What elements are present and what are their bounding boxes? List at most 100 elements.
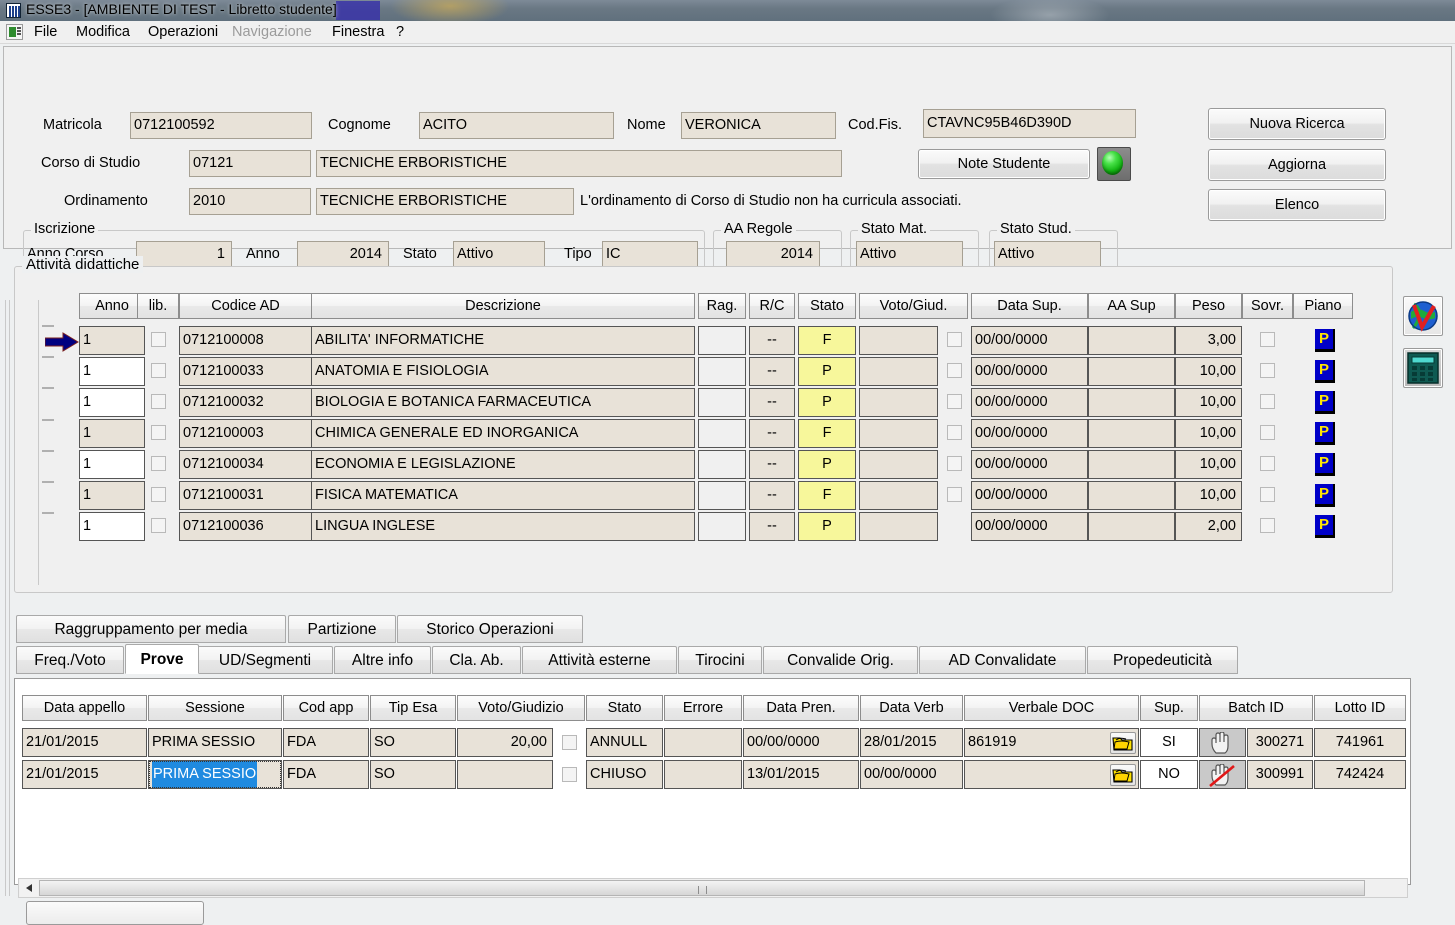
piano-badge[interactable]: P — [1315, 329, 1335, 352]
lib-checkbox[interactable] — [151, 518, 166, 533]
col-header-descrizione[interactable]: Descrizione — [311, 293, 695, 319]
cell-peso[interactable]: 3,00 — [1175, 326, 1242, 355]
cell-voto[interactable] — [859, 481, 938, 510]
col-header-sup[interactable]: Sup. — [1140, 695, 1198, 721]
cell-tip-esa[interactable]: SO — [370, 728, 456, 757]
cell-peso[interactable]: 2,00 — [1175, 512, 1242, 541]
col-header-codice-ad[interactable]: Codice AD — [179, 293, 312, 319]
cell-rc[interactable]: -- — [749, 357, 795, 386]
col-header-voto-giudizio[interactable]: Voto/Giudizio — [457, 695, 585, 721]
hand-icon-cell[interactable] — [1199, 760, 1246, 789]
lib-checkbox[interactable] — [151, 394, 166, 409]
cell-codice[interactable]: 0712100031 — [179, 481, 312, 510]
cell-stato[interactable]: ANNULL — [586, 728, 663, 757]
menu-item-help[interactable]: ? — [392, 23, 408, 42]
col-header-lib[interactable]: lib. — [137, 293, 179, 319]
cell-rag[interactable] — [698, 326, 746, 355]
voto-checkbox[interactable] — [947, 487, 962, 502]
piano-badge[interactable]: P — [1315, 360, 1335, 383]
cell-data-appello[interactable]: 21/01/2015 — [22, 760, 147, 789]
lib-checkbox[interactable] — [151, 487, 166, 502]
cell-aa-sup[interactable] — [1088, 481, 1175, 510]
cell-aa-sup[interactable] — [1088, 388, 1175, 417]
col-header-errore[interactable]: Errore — [664, 695, 742, 721]
col-header-data-verb[interactable]: Data Verb — [860, 695, 963, 721]
voto-checkbox[interactable] — [947, 425, 962, 440]
cell-stato[interactable]: F — [798, 419, 856, 448]
folder-open-button[interactable] — [1110, 764, 1136, 786]
cell-descrizione[interactable]: ECONOMIA E LEGISLAZIONE — [311, 450, 695, 479]
col-header-rc[interactable]: R/C — [749, 293, 795, 319]
tab-raggruppamento-per-media[interactable]: Raggruppamento per media — [16, 615, 286, 643]
scroll-left-button[interactable] — [20, 879, 38, 897]
cell-aa-sup[interactable] — [1088, 450, 1175, 479]
voto-checkbox[interactable] — [947, 332, 962, 347]
cell-anno[interactable]: 1 — [79, 450, 145, 479]
voto-checkbox[interactable] — [947, 456, 962, 471]
hand-icon-cell[interactable] — [1199, 728, 1246, 757]
cell-voto[interactable] — [859, 326, 938, 355]
tab-attivita-esterne[interactable]: Attività esterne — [522, 646, 677, 674]
piano-badge[interactable]: P — [1315, 484, 1335, 507]
cell-rc[interactable]: -- — [749, 419, 795, 448]
ordinamento-desc-field[interactable]: TECNICHE ERBORISTICHE — [316, 188, 574, 215]
piano-badge[interactable]: P — [1315, 515, 1335, 538]
col-header-cod-app[interactable]: Cod app — [283, 695, 369, 721]
cell-aa-sup[interactable] — [1088, 419, 1175, 448]
cell-data-sup[interactable]: 00/00/0000 — [971, 450, 1088, 479]
cell-voto[interactable] — [859, 388, 938, 417]
cell-codice[interactable]: 0712100008 — [179, 326, 312, 355]
cell-data-appello[interactable]: 21/01/2015 — [22, 728, 147, 757]
cell-anno[interactable]: 1 — [79, 512, 145, 541]
nome-field[interactable]: VERONICA — [681, 112, 836, 139]
matricola-field[interactable]: 0712100592 — [130, 112, 312, 139]
cell-data-pren[interactable]: 13/01/2015 — [743, 760, 859, 789]
cell-tip-esa[interactable]: SO — [370, 760, 456, 789]
cell-descrizione[interactable]: BIOLOGIA E BOTANICA FARMACEUTICA — [311, 388, 695, 417]
cell-data-sup[interactable]: 00/00/0000 — [971, 326, 1088, 355]
cell-data-sup[interactable]: 00/00/0000 — [971, 388, 1088, 417]
lib-checkbox[interactable] — [151, 332, 166, 347]
stato-stud-field[interactable]: Attivo — [994, 241, 1101, 268]
codfis-field[interactable]: CTAVNC95B46D390D — [923, 109, 1136, 138]
cell-anno[interactable]: 1 — [79, 326, 145, 355]
prova-voto-checkbox[interactable] — [562, 735, 577, 750]
cell-data-sup[interactable]: 00/00/0000 — [971, 512, 1088, 541]
cell-codice[interactable]: 0712100032 — [179, 388, 312, 417]
voto-checkbox[interactable] — [947, 394, 962, 409]
cell-lotto-id[interactable]: 742424 — [1314, 760, 1406, 789]
horizontal-scrollbar[interactable] — [18, 878, 1408, 898]
stato-iscrizione-field[interactable]: Attivo — [453, 241, 545, 268]
cell-aa-sup[interactable] — [1088, 357, 1175, 386]
tab-ud-segmenti[interactable]: UD/Segmenti — [197, 646, 333, 674]
cell-rc[interactable]: -- — [749, 326, 795, 355]
folder-open-button[interactable] — [1110, 732, 1136, 754]
lib-checkbox[interactable] — [151, 363, 166, 378]
cell-data-sup[interactable]: 00/00/0000 — [971, 481, 1088, 510]
cell-sup[interactable]: SI — [1140, 728, 1198, 757]
cell-anno[interactable]: 1 — [79, 419, 145, 448]
cell-rag[interactable] — [698, 512, 746, 541]
nuova-ricerca-button[interactable]: Nuova Ricerca — [1208, 108, 1386, 140]
cell-stato[interactable]: P — [798, 450, 856, 479]
scrollbar-thumb[interactable] — [39, 880, 1365, 896]
cell-data-sup[interactable]: 00/00/0000 — [971, 357, 1088, 386]
cell-voto[interactable] — [859, 357, 938, 386]
cell-voto[interactable] — [859, 419, 938, 448]
cell-verbale-doc[interactable] — [964, 760, 1139, 789]
sovr-checkbox[interactable] — [1260, 487, 1275, 502]
tab-altre-info[interactable]: Altre info — [334, 646, 431, 674]
student-status-led-button[interactable] — [1097, 147, 1131, 181]
cell-sessione[interactable]: PRIMA SESSIO — [148, 760, 282, 789]
cell-descrizione[interactable]: ANATOMIA E FISIOLOGIA — [311, 357, 695, 386]
stato-mat-field[interactable]: Attivo — [856, 241, 963, 268]
cell-rc[interactable]: -- — [749, 388, 795, 417]
col-header-batch-id[interactable]: Batch ID — [1199, 695, 1313, 721]
col-header-sessione[interactable]: Sessione — [148, 695, 282, 721]
menu-item-file[interactable]: File — [30, 23, 61, 42]
cell-peso[interactable]: 10,00 — [1175, 388, 1242, 417]
tab-freq-voto[interactable]: Freq./Voto — [16, 646, 124, 674]
cell-codice[interactable]: 0712100034 — [179, 450, 312, 479]
cell-codice[interactable]: 0712100033 — [179, 357, 312, 386]
elenco-button[interactable]: Elenco — [1208, 189, 1386, 221]
